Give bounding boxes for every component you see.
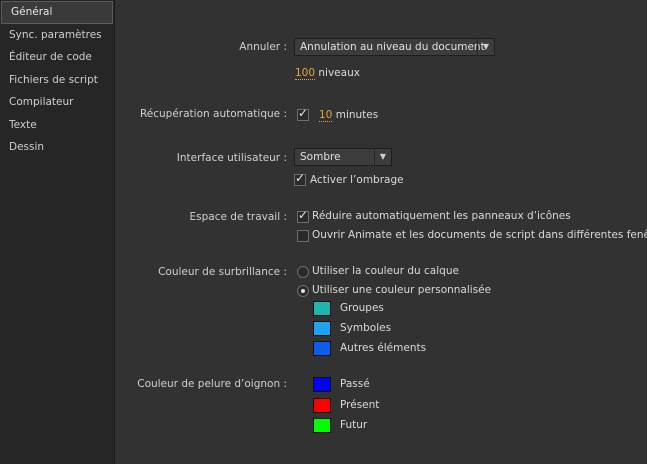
other-elements-color-swatch[interactable] [313,341,331,356]
groups-color-label: Groupes [340,302,384,314]
separate-windows-label: Ouvrir Animate et les documents de scrip… [312,229,647,241]
shading-checkbox[interactable] [294,171,306,186]
future-color-swatch[interactable] [313,418,331,433]
autorecovery-label: Récupération automatique : [139,108,287,120]
workspace-label: Espace de travail : [189,211,287,223]
symbols-color-swatch[interactable] [313,321,331,336]
other-elements-color-label: Autres éléments [340,342,427,354]
present-color-label: Présent [340,399,380,411]
highlight-label: Couleur de surbrillance : [158,266,287,278]
auto-collapse-checkbox[interactable] [297,208,309,223]
autorecovery-minutes-value[interactable]: 10 [319,109,333,122]
layer-color-radio[interactable] [297,266,309,278]
past-color-swatch[interactable] [313,377,331,392]
preferences-category-list: Général Sync. paramètres Éditeur de code… [0,0,115,464]
separate-windows-checkbox[interactable] [297,230,309,242]
ui-theme-value: Sombre [300,151,341,163]
category-script-files[interactable]: Fichiers de script [0,69,114,92]
groups-color-swatch[interactable] [313,301,331,316]
onion-skin-label: Couleur de pelure d’oignon : [137,378,287,390]
custom-color-radio[interactable] [297,285,309,297]
custom-color-label: Utiliser une couleur personnalisée [312,284,492,296]
ui-label: Interface utilisateur : [176,152,287,164]
category-general[interactable]: Général [1,1,113,24]
autorecovery-minutes: 10 minutes [319,109,379,122]
chevron-down-icon: ▼ [374,149,391,165]
undo-levels-value[interactable]: 100 [295,67,316,80]
undo-label: Annuler : [239,41,287,53]
layer-color-label: Utiliser la couleur du calque [312,265,459,277]
autorecovery-minutes-unit: minutes [335,109,379,121]
present-color-swatch[interactable] [313,398,331,413]
future-color-label: Futur [340,419,368,431]
undo-mode-value: Annulation au niveau du document [300,41,485,53]
ui-theme-dropdown[interactable]: Sombre ▼ [294,148,392,166]
undo-levels: 100 niveaux [295,67,360,80]
symbols-color-label: Symboles [340,322,392,334]
auto-collapse-label: Réduire automatiquement les panneaux d’i… [312,210,571,222]
past-color-label: Passé [340,378,370,390]
undo-mode-dropdown[interactable]: Annulation au niveau du document ▼ [294,38,495,56]
autorecovery-checkbox[interactable] [297,106,309,121]
undo-levels-unit: niveaux [318,67,360,79]
shading-label: Activer l’ombrage [310,174,404,186]
chevron-down-icon: ▼ [477,39,494,55]
